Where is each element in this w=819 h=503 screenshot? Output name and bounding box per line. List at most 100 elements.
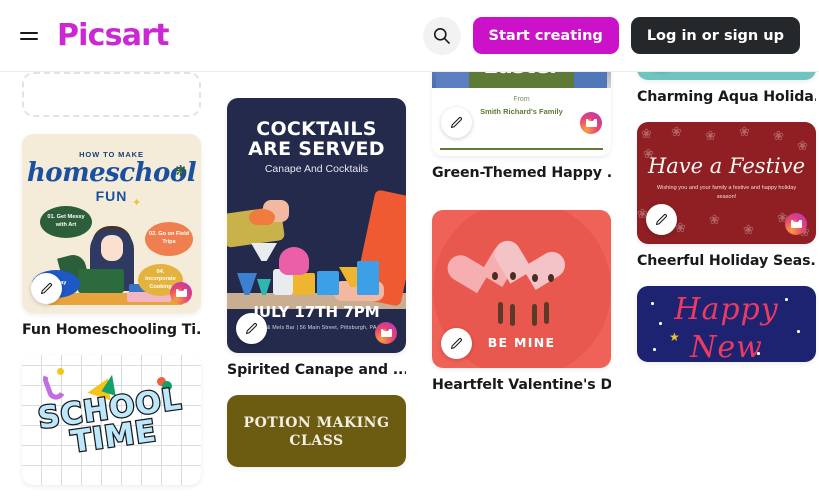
add-to-collection-button[interactable] xyxy=(785,213,807,235)
artwork-line-1: Happy xyxy=(674,292,779,327)
template-thumbnail-aqua-holiday[interactable]: & Jolly Jolly xyxy=(637,72,816,80)
sprig-icon: ❀ xyxy=(773,128,784,143)
star-dot xyxy=(797,330,800,333)
edit-template-button[interactable] xyxy=(31,273,62,304)
star-dot xyxy=(785,298,788,301)
sprig-icon: ❀ xyxy=(641,126,652,141)
grid-column: COCKTAILS ARE SERVED Canape And Cocktail… xyxy=(227,98,406,484)
add-to-collection-button[interactable] xyxy=(170,282,192,304)
cocktail-glass xyxy=(279,247,309,275)
template-card[interactable]: BE MINE Heartfelt Valentine's D... xyxy=(432,210,611,393)
pencil-edit-icon xyxy=(450,337,463,350)
eye-shape xyxy=(492,272,498,280)
template-card[interactable]: HOW TO MAKE homeschool FUN ❋ ✦ ✦ 01. Get… xyxy=(22,134,201,338)
start-creating-button[interactable]: Start creating xyxy=(472,17,619,54)
pencil-edit-icon xyxy=(245,322,258,335)
template-title: Green-Themed Happy ... xyxy=(432,165,611,181)
divider-rule xyxy=(440,148,603,150)
sprig-icon: ❀ xyxy=(739,124,750,139)
sparkle-icon: ✦ xyxy=(132,197,142,209)
eye-shape xyxy=(532,274,538,282)
add-to-collection-button[interactable] xyxy=(375,322,397,344)
template-thumbnail-homeschool[interactable]: HOW TO MAKE homeschool FUN ❋ ✦ ✦ 01. Get… xyxy=(22,134,201,313)
star-dot xyxy=(659,322,662,325)
star-dot xyxy=(653,348,656,351)
leg-shape xyxy=(532,304,537,326)
template-card[interactable]: SCHOOL TIME xyxy=(22,355,201,485)
star-icon: ★ xyxy=(669,330,680,344)
template-thumbnail-valentine[interactable]: BE MINE xyxy=(432,210,611,368)
artwork-headline: Easter xyxy=(469,72,574,79)
edit-template-button[interactable] xyxy=(236,313,267,344)
template-title: Heartfelt Valentine's D... xyxy=(432,377,611,393)
hamburger-menu-icon[interactable] xyxy=(20,29,38,43)
login-signup-button[interactable]: Log in or sign up xyxy=(630,17,800,54)
template-title: Fun Homeschooling Ti... xyxy=(22,322,201,338)
leg-shape xyxy=(510,304,515,326)
easter-banner: HAPPY ❄ Easter xyxy=(469,72,574,88)
cocktail-glass xyxy=(317,271,339,295)
tip-blob: 02. Go on Field Trips xyxy=(145,222,193,256)
leg-shape xyxy=(544,302,549,324)
template-card[interactable]: POTION MAKING CLASS xyxy=(227,395,406,467)
template-thumbnail-cocktails[interactable]: COCKTAILS ARE SERVED Canape And Cocktail… xyxy=(227,98,406,353)
eye-shape xyxy=(510,272,516,280)
edit-template-button[interactable] xyxy=(646,204,677,235)
header-actions: Start creating Log in or sign up xyxy=(422,16,800,55)
template-title: Cheerful Holiday Seas... xyxy=(637,253,816,269)
picsart-logo[interactable]: Picsart xyxy=(57,20,170,51)
laptop-shape xyxy=(78,269,124,293)
template-thumbnail-new-year[interactable]: Happy New ★ xyxy=(637,286,816,362)
sprig-icon: ❀ xyxy=(709,212,720,227)
template-thumbnail-festive[interactable]: ❀ ❀ ❀ ❀ ❀ ❀ ❀ ❀ ❀ ❀ ❀ ❀ ❀ Have a Festive… xyxy=(637,122,816,244)
search-button[interactable] xyxy=(422,16,461,55)
loading-placeholder-card xyxy=(22,72,201,117)
template-thumbnail-potion[interactable]: POTION MAKING CLASS xyxy=(227,395,406,467)
template-thumbnail-easter[interactable]: HAPPY ❄ Easter From Smith Richard's Fami… xyxy=(432,72,611,156)
template-title: Spirited Canape and ... xyxy=(227,362,406,378)
character-face xyxy=(101,235,123,261)
eye-shape xyxy=(548,274,554,282)
sprig-icon: ❀ xyxy=(743,222,754,237)
artwork-line-1: COCKTAILS xyxy=(256,118,377,140)
artwork-line-1: POTION MAKING xyxy=(243,415,390,431)
template-card[interactable]: HAPPY ❄ Easter From Smith Richard's Fami… xyxy=(432,72,611,181)
template-title: Charming Aqua Holida... xyxy=(637,89,816,105)
add-to-collection-button[interactable] xyxy=(580,112,602,134)
star-dot xyxy=(651,302,654,305)
cocktail-glass xyxy=(237,273,257,295)
collection-folder-icon xyxy=(585,118,597,127)
collection-folder-icon xyxy=(790,219,802,228)
cocktail-glass xyxy=(249,209,275,225)
template-card[interactable]: Happy New ★ xyxy=(637,286,816,362)
cocktail-glass xyxy=(293,273,315,295)
edit-template-button[interactable] xyxy=(441,328,472,359)
artwork-subhead: FUN xyxy=(95,188,128,204)
template-thumbnail-school-time[interactable]: SCHOOL TIME xyxy=(22,355,201,485)
top-navigation-bar: Picsart Start creating Log in or sign up xyxy=(0,0,819,72)
hamburger-line xyxy=(20,31,38,34)
leaf-icon: ❋ xyxy=(174,163,187,180)
artwork-headline: Have a Festive xyxy=(647,154,806,178)
collection-folder-icon xyxy=(175,288,187,297)
template-card[interactable]: COCKTAILS ARE SERVED Canape And Cocktail… xyxy=(227,98,406,378)
edit-template-button[interactable] xyxy=(441,107,472,138)
pencil-edit-icon xyxy=(40,282,53,295)
artwork-line-2: New xyxy=(690,330,763,362)
grid-column: HAPPY ❄ Easter From Smith Richard's Fami… xyxy=(432,72,611,410)
artwork-line-2: ARE SERVED xyxy=(248,138,385,160)
template-card[interactable]: & Jolly Jolly Charming Aqua Holida... xyxy=(637,72,816,105)
artwork-line-2: CLASS xyxy=(289,432,344,449)
sprig-icon: ❀ xyxy=(797,138,808,153)
pencil-edit-icon xyxy=(450,116,463,129)
star-dot xyxy=(757,352,760,355)
artwork-subhead: Canape And Cocktails xyxy=(264,163,369,175)
cocktail-glass xyxy=(251,243,277,261)
template-card[interactable]: ❀ ❀ ❀ ❀ ❀ ❀ ❀ ❀ ❀ ❀ ❀ ❀ ❀ Have a Festive… xyxy=(637,122,816,269)
leg-shape xyxy=(498,302,503,324)
artwork-headline: POTION MAKING CLASS xyxy=(227,415,406,450)
template-masonry-grid: HOW TO MAKE homeschool FUN ❋ ✦ ✦ 01. Get… xyxy=(0,72,819,503)
artwork-subtext: Wishing you and your family a festive an… xyxy=(656,185,797,200)
cocktail-glass xyxy=(357,261,379,295)
grid-column: HOW TO MAKE homeschool FUN ❋ ✦ ✦ 01. Get… xyxy=(22,72,201,502)
